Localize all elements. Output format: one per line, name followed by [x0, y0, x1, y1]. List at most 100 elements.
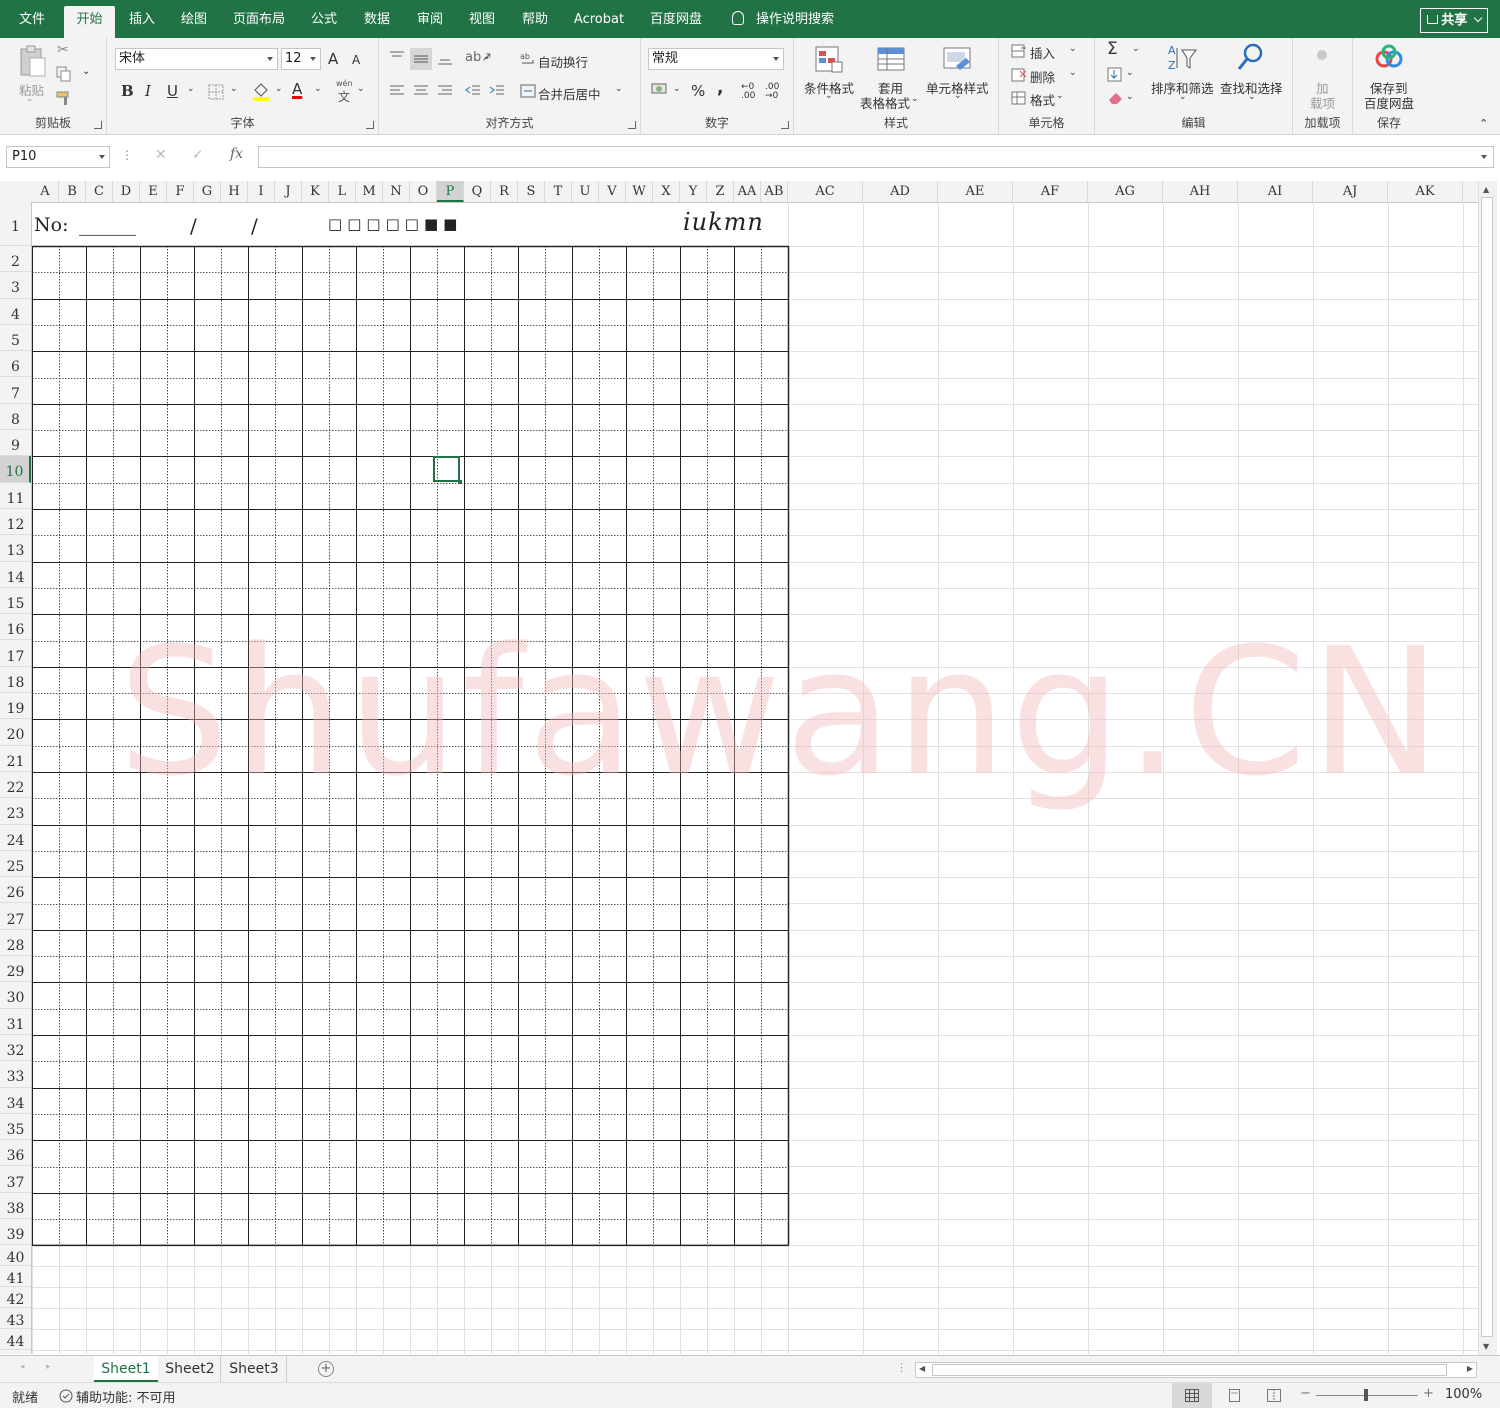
decrease-decimal-button[interactable]: .00 →0 — [765, 83, 787, 101]
vertical-scrollbar[interactable]: ▲ ▼ — [1478, 181, 1497, 1355]
row-header-37[interactable]: 37 — [0, 1167, 31, 1193]
row-header-40[interactable]: 40 — [0, 1245, 31, 1267]
column-header-AC[interactable]: AC — [788, 181, 863, 202]
conditional-formatting-icon[interactable] — [814, 44, 844, 74]
column-header-AA[interactable]: AA — [734, 181, 761, 202]
cell-styles-icon[interactable] — [942, 44, 972, 74]
row-header-32[interactable]: 32 — [0, 1035, 31, 1062]
column-header-P[interactable]: P — [437, 181, 464, 202]
scroll-right-icon[interactable]: ▶ — [1467, 1364, 1473, 1373]
column-header-AD[interactable]: AD — [863, 181, 938, 202]
column-header-M[interactable]: M — [356, 181, 383, 202]
chevron-down-icon[interactable]: ⌄ — [187, 84, 195, 94]
row-header-1[interactable]: 1 — [0, 202, 31, 246]
column-header-I[interactable]: I — [248, 181, 275, 202]
row-header-44[interactable]: 44 — [0, 1329, 31, 1351]
sheet-tab-sheet1[interactable]: Sheet1 — [94, 1356, 158, 1382]
dialog-launcher-icon[interactable] — [628, 121, 636, 129]
column-header-L[interactable]: L — [329, 181, 356, 202]
column-header-D[interactable]: D — [113, 181, 140, 202]
row-header-13[interactable]: 13 — [0, 535, 31, 562]
row-header-19[interactable]: 19 — [0, 693, 31, 720]
column-header-B[interactable]: B — [59, 181, 86, 202]
column-header-J[interactable]: J — [275, 181, 302, 202]
row-header-21[interactable]: 21 — [0, 746, 31, 772]
tab-review[interactable]: 审阅 — [410, 0, 450, 38]
enter-icon[interactable]: ✓ — [192, 147, 204, 163]
row-header-10[interactable]: 10 — [0, 456, 31, 483]
chevron-down-icon[interactable]: ⌄ — [1069, 68, 1077, 78]
row-header-33[interactable]: 33 — [0, 1061, 31, 1088]
row-header-26[interactable]: 26 — [0, 877, 31, 904]
column-header-S[interactable]: S — [518, 181, 545, 202]
chevron-down-icon[interactable]: ⌄ — [673, 84, 681, 94]
column-header-AF[interactable]: AF — [1013, 181, 1088, 202]
column-header-AK[interactable]: AK — [1388, 181, 1463, 202]
cancel-icon[interactable]: ✕ — [155, 147, 167, 163]
row-header-28[interactable]: 28 — [0, 930, 31, 957]
tab-acrobat[interactable]: Acrobat — [568, 0, 630, 38]
autosum-button[interactable]: Σ — [1107, 39, 1118, 59]
column-header-Y[interactable]: Y — [680, 181, 707, 202]
dialog-launcher-icon[interactable] — [781, 121, 789, 129]
horizontal-scroll-thumb[interactable] — [932, 1364, 1447, 1376]
chevron-down-icon[interactable]: ⌄ — [1126, 68, 1134, 78]
sort-filter-icon[interactable]: AZ — [1167, 42, 1197, 72]
align-middle-icon[interactable] — [410, 48, 432, 70]
sheet-tab-sheet3[interactable]: Sheet3 — [222, 1356, 287, 1382]
align-right-icon[interactable] — [437, 84, 453, 98]
tab-page-layout[interactable]: 页面布局 — [226, 0, 292, 38]
row-header-9[interactable]: 9 — [0, 430, 31, 457]
zoom-out-button[interactable]: − — [1300, 1386, 1311, 1401]
tab-insert[interactable]: 插入 — [122, 0, 162, 38]
chevron-down-icon[interactable]: ⌄ — [82, 66, 90, 77]
row-header-29[interactable]: 29 — [0, 956, 31, 983]
row-header-16[interactable]: 16 — [0, 614, 31, 641]
chevron-down-icon[interactable]: ⌄ — [1069, 44, 1077, 54]
number-format-select[interactable]: 常规 — [648, 48, 784, 70]
column-header-AH[interactable]: AH — [1163, 181, 1238, 202]
chevron-down-icon[interactable]: ⌄ — [314, 84, 322, 94]
increase-decimal-button[interactable]: ←0 .00 — [741, 83, 763, 101]
dialog-launcher-icon[interactable] — [366, 121, 374, 129]
column-header-W[interactable]: W — [626, 181, 653, 202]
column-header-X[interactable]: X — [653, 181, 680, 202]
row-header-14[interactable]: 14 — [0, 562, 31, 588]
increase-indent-icon[interactable] — [489, 84, 505, 98]
row-header-36[interactable]: 36 — [0, 1140, 31, 1167]
column-header-C[interactable]: C — [86, 181, 113, 202]
bold-button[interactable]: B — [121, 82, 134, 100]
chevron-down-icon[interactable]: ⌄ — [230, 84, 238, 94]
phonetic-button[interactable]: 文 — [338, 88, 350, 105]
column-header-AE[interactable]: AE — [938, 181, 1013, 202]
row-header-5[interactable]: 5 — [0, 325, 31, 352]
column-header-A[interactable]: A — [32, 181, 59, 202]
grow-font-button[interactable]: A — [328, 50, 338, 68]
align-top-icon[interactable] — [389, 50, 405, 64]
row-header-34[interactable]: 34 — [0, 1088, 31, 1114]
prev-sheet-icon[interactable]: ◂ — [20, 1362, 25, 1372]
row-header-30[interactable]: 30 — [0, 982, 31, 1009]
save-to-baidu-line2[interactable]: 百度网盘 — [1364, 93, 1414, 112]
page-break-view-icon[interactable] — [1267, 1389, 1281, 1402]
tab-file[interactable]: 文件 — [12, 0, 52, 38]
scroll-left-icon[interactable]: ◀ — [919, 1364, 925, 1373]
accounting-format-icon[interactable] — [651, 82, 669, 98]
format-as-table-icon[interactable] — [876, 44, 906, 74]
align-center-icon[interactable] — [413, 84, 429, 98]
name-box[interactable]: P10 — [6, 146, 110, 168]
italic-button[interactable]: I — [145, 82, 151, 100]
row-header-12[interactable]: 12 — [0, 509, 31, 536]
page-layout-view-icon[interactable] — [1227, 1389, 1241, 1402]
tab-data[interactable]: 数据 — [357, 0, 397, 38]
horizontal-scrollbar[interactable]: ◀ ▶ — [915, 1362, 1477, 1378]
row-header-35[interactable]: 35 — [0, 1114, 31, 1141]
column-header-R[interactable]: R — [491, 181, 518, 202]
row-header-2[interactable]: 2 — [0, 246, 31, 273]
column-header-Q[interactable]: Q — [464, 181, 491, 202]
row-header-8[interactable]: 8 — [0, 404, 31, 431]
column-header-F[interactable]: F — [167, 181, 194, 202]
chevron-down-icon[interactable]: ⌄ — [275, 84, 283, 94]
row-header-25[interactable]: 25 — [0, 851, 31, 878]
splitter-dots-icon[interactable]: ⋮ — [896, 1361, 907, 1374]
